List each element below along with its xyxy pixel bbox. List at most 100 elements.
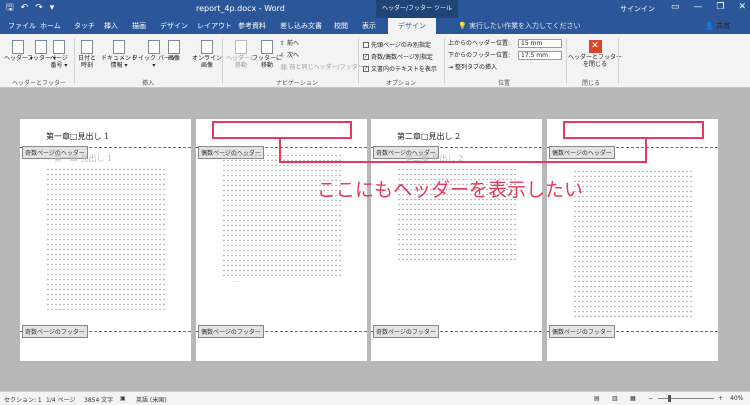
status-section[interactable]: セクション: 1 (4, 395, 42, 404)
checkbox-empty (363, 41, 369, 48)
document-page: 偶数ページのヘッダー 偶数ページのフッター (547, 119, 718, 361)
redo-icon[interactable]: ↷ (35, 3, 43, 14)
page-number-icon (52, 40, 65, 54)
sign-in-link[interactable]: サインイン (620, 4, 655, 14)
body-end-mark: — (234, 279, 239, 285)
odd-even-checkbox[interactable]: ✓ 奇数/偶数ページ別指定 (363, 52, 433, 61)
tab-draw[interactable]: 描画 (132, 21, 146, 31)
tab-design[interactable]: デザイン (160, 21, 188, 31)
context-tool-group: ヘッダー/フッター ツール (376, 0, 458, 18)
insert-align-tab-button[interactable]: ⇥ 整列タブの挿入 (448, 64, 497, 71)
web-layout-icon[interactable]: ▦ (630, 395, 636, 402)
close-icon[interactable]: ✕ (738, 2, 746, 12)
ribbon: ヘッダー ▾ フッター ▾ ページ 番号 ▾ ヘッダーとフッター 日付と 時刻 ドキ… (0, 34, 750, 88)
annotation-connector (279, 161, 647, 163)
next-icon: ⇩ (280, 52, 286, 59)
checkbox-checked: ✓ (363, 53, 369, 60)
body-heading: 第一章 見出し 1 (54, 154, 113, 163)
header-icon (12, 40, 25, 54)
tab-references[interactable]: 参考資料 (238, 21, 266, 31)
document-page: 第二章□見出し 2 奇数ページのヘッダー 第二章 見出し 2 奇数ページのフッタ… (371, 119, 542, 361)
group-label-insert: 挿入 (142, 80, 155, 87)
customize-icon[interactable]: ▾ (50, 3, 55, 14)
header-pos-label: 上からのヘッダー位置: (448, 40, 511, 47)
goto-header-icon (235, 40, 247, 54)
online-picture-icon (201, 40, 213, 54)
header-pos-input[interactable]: 15 mm (518, 39, 562, 48)
proofing-icon[interactable]: ▣ (120, 395, 126, 402)
next-button[interactable]: ⇩ 次へ (280, 52, 299, 59)
checkbox-checked: ✓ (363, 65, 369, 72)
separator (566, 38, 567, 84)
separator (222, 38, 223, 84)
zoom-thumb[interactable] (668, 395, 671, 402)
minimize-icon[interactable]: — (693, 2, 702, 12)
prev-button[interactable]: ⇧ 前へ (280, 40, 299, 47)
picture-icon (168, 40, 180, 54)
page-number-button[interactable]: ページ 番号 ▾ (50, 40, 68, 69)
goto-footer-icon (261, 40, 273, 54)
close-hf-button[interactable]: ✕ ヘッダーとフッター を閉じる (568, 40, 622, 68)
maximize-icon[interactable]: ❐ (716, 2, 724, 12)
lightbulb-icon: 💡 (458, 22, 467, 30)
doc-info-icon (113, 40, 125, 54)
align-tab-icon: ⇥ (448, 64, 454, 71)
tab-file[interactable]: ファイル (8, 21, 36, 31)
title-bar: 🖫 ↶ ↷ ▾ report_4p.docx - Word ヘッダー/フッター … (0, 0, 750, 18)
separator (74, 38, 75, 84)
save-icon[interactable]: 🖫 (6, 3, 14, 14)
tab-review[interactable]: 校閲 (334, 21, 348, 31)
link-icon: ⛓ (280, 64, 288, 71)
zoom-in-icon[interactable]: + (718, 395, 723, 402)
status-language[interactable]: 英語 (米国) (136, 395, 167, 404)
body-end-mark: — (58, 307, 63, 313)
header-text[interactable]: 第一章□見出し 1 (46, 131, 109, 142)
footer-tag: 偶数ページのフッター (198, 325, 264, 338)
picture-button[interactable]: 画像 (168, 40, 180, 62)
status-page[interactable]: 1/4 ページ (46, 395, 75, 404)
footer-pos-label: 下からのフッター位置: (448, 52, 511, 59)
zoom-out-icon[interactable]: − (648, 395, 653, 402)
footer-pos-input[interactable]: 17.5 mm (518, 51, 562, 60)
annotation-box (563, 121, 704, 139)
group-label-position: 位置 (498, 80, 511, 87)
close-x-icon: ✕ (588, 40, 602, 53)
annotation-callout: ここにもヘッダーを表示したい (317, 179, 584, 201)
zoom-level[interactable]: 40% (730, 395, 743, 402)
status-words[interactable]: 3854 文字 (84, 395, 113, 404)
ribbon-tabs: ファイル ホーム タッチ 挿入 描画 デザイン レイアウト 参考資料 差し込み文… (0, 18, 750, 34)
header-text[interactable]: 第二章□見出し 2 (397, 131, 460, 142)
tab-mailings[interactable]: 差し込み文書 (280, 21, 322, 31)
quick-access-toolbar: 🖫 ↶ ↷ ▾ (6, 3, 54, 14)
online-picture-button[interactable]: オンライン 画像 (192, 40, 222, 69)
tab-touch[interactable]: タッチ (74, 21, 95, 31)
separator (358, 38, 359, 84)
link-previous-button[interactable]: ⛓ 前と同じヘッダー/フッター (280, 64, 364, 71)
goto-footer-button[interactable]: フッターに 移動 (252, 40, 282, 69)
document-page: 第一章□見出し 1 奇数ページのヘッダー 第一章 見出し 1 — 奇数ページのフ… (20, 119, 191, 361)
annotation-connector (645, 139, 647, 163)
print-layout-icon[interactable]: ▥ (612, 395, 618, 402)
undo-icon[interactable]: ↶ (21, 3, 29, 14)
date-time-button[interactable]: 日付と 時刻 (78, 40, 96, 69)
tab-view[interactable]: 表示 (362, 21, 376, 31)
tab-layout[interactable]: レイアウト (197, 21, 232, 31)
body-text (222, 153, 342, 277)
group-label-options: オプション (386, 80, 417, 87)
tab-hf-design[interactable]: デザイン (388, 18, 436, 34)
share-button[interactable]: 👤 共有 (705, 21, 730, 31)
document-title: report_4p.docx - Word (196, 4, 285, 13)
tab-insert[interactable]: 挿入 (104, 21, 118, 31)
zoom-slider[interactable] (658, 398, 714, 399)
show-text-checkbox[interactable]: ✓ 文書内のテキストを表示 (363, 64, 437, 73)
group-label-nav: ナビゲーション (276, 80, 318, 87)
separator (618, 38, 619, 84)
tell-me-input[interactable]: 💡 実行したい作業を入力してください (458, 21, 581, 31)
header-tag: 偶数ページのヘッダー (549, 146, 615, 159)
annotation-box (212, 121, 352, 139)
read-mode-icon[interactable]: ▤ (594, 395, 600, 402)
footer-icon (35, 40, 48, 54)
ribbon-options-icon[interactable]: ▭ (671, 2, 680, 12)
first-page-checkbox[interactable]: 先頭ページのみ別指定 (363, 40, 431, 49)
tab-home[interactable]: ホーム (40, 21, 61, 31)
